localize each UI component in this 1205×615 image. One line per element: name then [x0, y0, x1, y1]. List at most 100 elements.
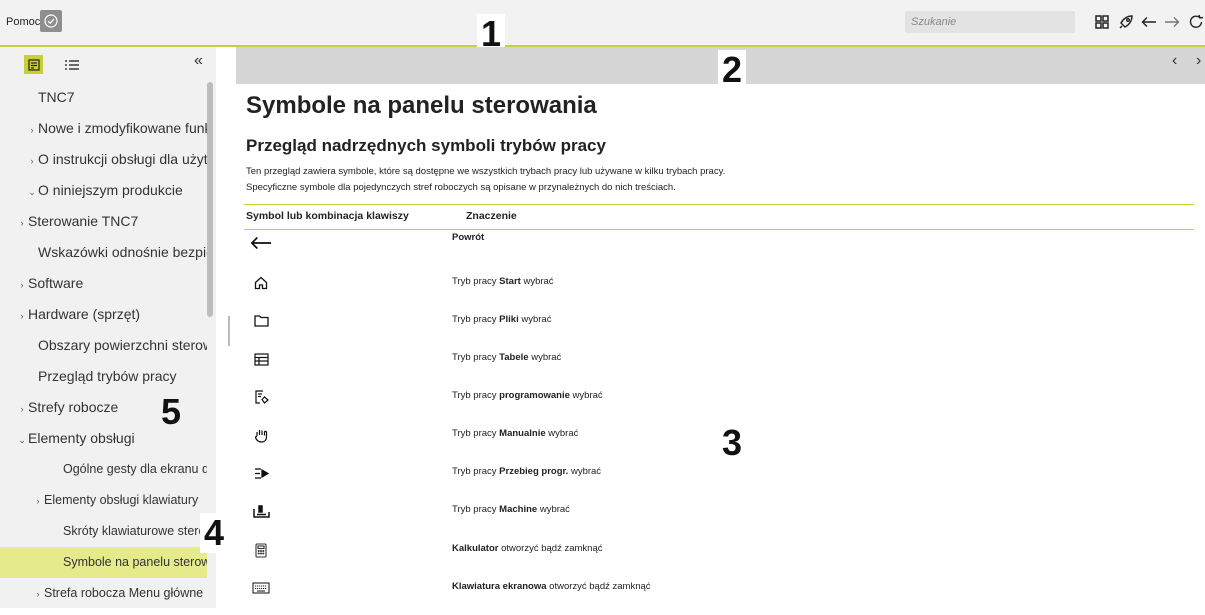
sidebar-item[interactable]: ›O instrukcji obsługi dla użytkownika: [0, 144, 208, 175]
sidebar-item[interactable]: Wskazówki odnośnie bezpieczeństwa: [0, 237, 207, 268]
meaning-suffix: wybrać: [528, 352, 562, 363]
refresh-icon[interactable]: [1187, 13, 1205, 31]
top-bar: Pomoc: [0, 0, 1205, 47]
meaning-suffix: wybrać: [518, 314, 552, 325]
calculator-icon: [250, 539, 272, 561]
chevron-right-icon[interactable]: ›: [1196, 52, 1201, 70]
expand-arrow-icon[interactable]: ›: [32, 486, 44, 516]
sidebar-item[interactable]: Ogólne gesty dla ekranu dotykowego: [0, 454, 207, 485]
list-view-button[interactable]: [62, 55, 81, 74]
panel-resize-handle[interactable]: [228, 316, 230, 346]
back-arrow-icon: [250, 232, 272, 254]
table-row: Klawiatura ekranowa otworzyć bądź zamkną…: [244, 577, 1194, 615]
back-arrow-icon[interactable]: [1140, 13, 1158, 31]
program-edit-icon: [250, 386, 272, 408]
meaning-keyword: Machine: [499, 504, 538, 515]
sidebar-item[interactable]: › Strefa robocza Menu główne: [0, 578, 207, 608]
meaning-keyword: Powrót: [452, 232, 485, 243]
collapse-sidebar-icon[interactable]: «: [194, 52, 203, 70]
meaning-suffix: wybrać: [520, 276, 554, 287]
sidebar-item[interactable]: ⌄ O niniejszym produkcie: [0, 175, 207, 206]
sidebar-item[interactable]: Obszary powierzchni sterowania: [0, 330, 207, 361]
sidebar-item-label: Symbole na panelu sterowania: [63, 555, 207, 569]
sidebar-scrollbar[interactable]: [207, 82, 213, 317]
meaning-keyword: Start: [499, 276, 521, 287]
collapse-arrow-icon[interactable]: ⌄: [26, 177, 38, 206]
folder-icon: [250, 310, 272, 332]
sidebar-item-label: Wskazówki odnośnie bezpieczeństwa: [38, 244, 207, 260]
sidebar-item[interactable]: › Hardware (sprzęt): [0, 299, 207, 330]
app-title: Pomoc: [6, 16, 41, 28]
column-header-symbol: Symbol lub kombinacja klawiszy: [246, 210, 409, 222]
forward-arrow-icon[interactable]: [1163, 13, 1181, 31]
navigation-tree: TNC7 ›Nowe i zmodyfikowane funkcje›O inst…: [0, 82, 207, 608]
sidebar-item[interactable]: › Software: [0, 268, 207, 299]
meaning-keyword: Manualnie: [499, 428, 546, 439]
grid-view-icon[interactable]: [1093, 13, 1111, 31]
meaning-prefix: Tryb pracy: [452, 390, 500, 401]
intro-text-line-2: Specyficzne symbole dla pojedynczych str…: [246, 182, 676, 193]
sidebar-item[interactable]: › Elementy obsługi klawiatury: [0, 485, 207, 516]
table-row: Kalkulator otworzyć bądź zamknąć: [244, 539, 1194, 577]
expand-arrow-icon[interactable]: ›: [32, 579, 44, 608]
sidebar-item[interactable]: Skróty klawiaturowe sterowania: [0, 516, 207, 547]
row-meaning: Tryb pracy programowanie wybrać: [452, 390, 603, 401]
meaning-suffix: wybrać: [537, 504, 570, 515]
column-header-meaning: Znaczenie: [466, 210, 517, 222]
sidebar-item[interactable]: Symbole na panelu sterowania: [0, 547, 207, 578]
expand-arrow-icon[interactable]: ›: [16, 301, 28, 330]
sidebar-item-label: Hardware (sprzęt): [28, 306, 141, 322]
table-row: Powrót: [244, 228, 1194, 266]
meaning-suffix: otworzyć bądź zamknąć: [498, 543, 603, 554]
expand-arrow-icon[interactable]: ›: [16, 208, 28, 237]
row-meaning: Tryb pracy Tabele wybrać: [452, 352, 561, 363]
meaning-prefix: Tryb pracy: [452, 352, 500, 363]
meaning-prefix: Tryb pracy: [452, 314, 500, 325]
sidebar-item-label: Skróty klawiaturowe sterowania: [63, 524, 207, 538]
meaning-suffix: wybrać: [545, 428, 579, 439]
table-row: Tryb pracy Start wybrać: [244, 272, 1194, 310]
sidebar-item[interactable]: TNC7: [0, 82, 207, 113]
meaning-suffix: wybrać: [569, 390, 603, 401]
search-input[interactable]: [905, 11, 1075, 33]
sidebar-item[interactable]: ›Nowe i zmodyfikowane funkcje: [0, 113, 208, 144]
meaning-keyword: Klawiatura ekranowa: [452, 581, 547, 592]
chevron-left-icon[interactable]: ‹: [1172, 52, 1177, 70]
row-meaning: Klawiatura ekranowa otworzyć bądź zamkną…: [452, 581, 651, 592]
collapse-arrow-icon[interactable]: ⌄: [16, 425, 28, 454]
meaning-prefix: Tryb pracy: [452, 504, 500, 515]
table-row: Tryb pracy Tabele wybrać: [244, 348, 1194, 386]
sidebar-item[interactable]: Przegląd trybów pracy: [0, 361, 207, 392]
table-row: Tryb pracy Przebieg progr. wybrać: [244, 462, 1194, 500]
meaning-prefix: Tryb pracy: [452, 428, 500, 439]
expand-arrow-icon[interactable]: ›: [16, 270, 28, 299]
expand-arrow-icon[interactable]: ›: [26, 146, 38, 175]
meaning-keyword: Tabele: [499, 352, 529, 363]
expand-arrow-icon[interactable]: ›: [26, 115, 38, 144]
toc-view-button[interactable]: [24, 55, 43, 74]
table-icon: [250, 348, 272, 370]
keyboard-icon: [250, 577, 272, 599]
sidebar-item-label: Strefa robocza Menu główne: [44, 586, 204, 600]
row-meaning: Powrót: [452, 232, 484, 243]
hand-icon: [250, 424, 272, 446]
sidebar-toolbar: «: [0, 47, 216, 81]
meaning-keyword: Kalkulator: [452, 543, 499, 554]
sidebar-item[interactable]: › Sterowanie TNC7: [0, 206, 207, 237]
home-icon: [250, 272, 272, 294]
expand-arrow-icon[interactable]: ›: [16, 394, 28, 423]
meaning-keyword: Pliki: [499, 314, 519, 325]
row-meaning: Tryb pracy Manualnie wybrać: [452, 428, 578, 439]
meaning-prefix: Tryb pracy: [452, 466, 500, 477]
sidebar-item-label: TNC7: [38, 89, 75, 105]
row-meaning: Kalkulator otworzyć bądź zamknąć: [452, 543, 602, 554]
sidebar-item-label: Ogólne gesty dla ekranu dotykowego: [63, 462, 207, 476]
sidebar-item-label: Elementy obsługi klawiatury: [44, 493, 199, 507]
meaning-prefix: Tryb pracy: [452, 276, 500, 287]
rocket-icon[interactable]: [1117, 13, 1135, 31]
row-meaning: Tryb pracy Pliki wybrać: [452, 314, 551, 325]
check-circle-icon: [44, 14, 58, 28]
confirm-button[interactable]: [40, 10, 62, 32]
row-meaning: Tryb pracy Start wybrać: [452, 276, 554, 287]
row-meaning: Tryb pracy Przebieg progr. wybrać: [452, 466, 601, 477]
